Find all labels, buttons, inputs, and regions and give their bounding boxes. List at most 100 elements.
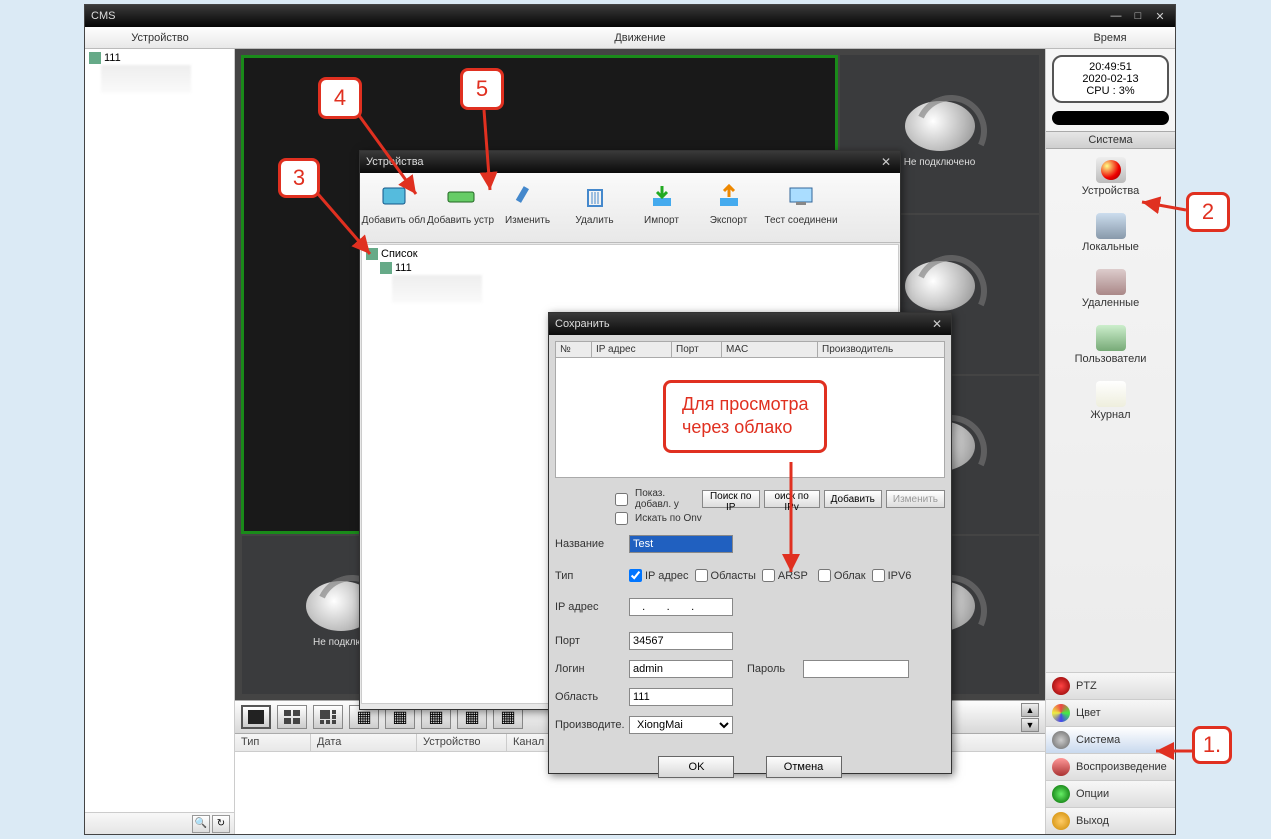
add-found-button[interactable]: Добавить <box>824 490 882 508</box>
system-icon <box>1052 731 1070 749</box>
toolbar-test-connection[interactable]: Тест соединени <box>762 179 840 242</box>
annotation-5: 5 <box>460 68 504 110</box>
device-tree[interactable]: 111 <box>85 49 234 812</box>
maximize-button[interactable]: □ <box>1129 9 1147 23</box>
type-ip-checkbox[interactable] <box>629 569 642 582</box>
layout-4[interactable] <box>277 705 307 729</box>
rightmenu-exit[interactable]: Выход <box>1046 807 1175 834</box>
ok-button[interactable]: OK <box>658 756 734 778</box>
col-ip[interactable]: IP адрес <box>592 342 672 357</box>
log-col-device[interactable]: Устройство <box>417 734 507 751</box>
label-port: Порт <box>555 635 629 647</box>
exit-icon <box>1052 812 1070 830</box>
select-vendor[interactable]: XiongMai <box>629 716 733 734</box>
search-ip-button[interactable]: Поиск по IP <box>702 490 760 508</box>
input-ip[interactable] <box>629 598 733 616</box>
menu-device[interactable]: Устройство <box>85 32 235 44</box>
tree-blurred-item <box>392 275 482 303</box>
menu-motion[interactable]: Движение <box>235 32 1045 44</box>
col-port[interactable]: Порт <box>672 342 722 357</box>
tree-blurred-item <box>101 65 191 93</box>
type-domain-checkbox[interactable] <box>695 569 708 582</box>
type-ipv6-checkbox[interactable] <box>872 569 885 582</box>
toolbar-delete[interactable]: Удалить <box>561 179 628 242</box>
arrow-1 <box>1152 744 1194 763</box>
col-n[interactable]: № <box>556 342 592 357</box>
page-up-button[interactable]: ▲ <box>1021 703 1039 717</box>
annotation-2: 2 <box>1186 192 1230 232</box>
system-item-devices[interactable]: Устройства <box>1046 149 1175 205</box>
input-port[interactable] <box>629 632 733 650</box>
search-button[interactable]: 🔍 <box>192 815 210 833</box>
trash-icon <box>578 181 612 211</box>
camera-icon <box>905 101 975 151</box>
cpu-bar <box>1052 111 1169 125</box>
arrow-cloud <box>783 460 803 585</box>
save-dialog-title: Сохранить <box>555 318 610 330</box>
show-added-label: Показ. добавл. у <box>635 488 698 510</box>
arrow-4 <box>356 112 426 207</box>
page-down-button[interactable]: ▼ <box>1021 718 1039 732</box>
clock-time: 20:49:51 <box>1054 61 1167 73</box>
save-dialog-close[interactable]: ✕ <box>929 317 945 331</box>
journal-icon <box>1096 381 1126 407</box>
remote-icon <box>1096 269 1126 295</box>
input-password[interactable] <box>803 660 909 678</box>
playback-icon <box>1052 758 1070 776</box>
type-arsp-checkbox[interactable] <box>762 569 775 582</box>
toolbar-export[interactable]: Экспорт <box>695 179 762 242</box>
tree-icon <box>380 262 392 274</box>
col-mac[interactable]: MAC <box>722 342 818 357</box>
toolbar-edit[interactable]: Изменить <box>494 179 561 242</box>
label-type: Тип <box>555 570 629 582</box>
toolbar-import[interactable]: Импорт <box>628 179 695 242</box>
window-title: CMS <box>91 10 115 22</box>
input-login[interactable] <box>629 660 733 678</box>
add-device-icon <box>444 181 478 211</box>
layout-6[interactable] <box>313 705 343 729</box>
input-name[interactable] <box>629 535 733 553</box>
log-col-date[interactable]: Дата <box>311 734 417 751</box>
menu-time[interactable]: Время <box>1045 32 1175 44</box>
devices-dialog-close[interactable]: ✕ <box>878 155 894 169</box>
label-login: Логин <box>555 663 629 675</box>
clock-panel: 20:49:51 2020-02-13 CPU : 3% <box>1052 55 1169 103</box>
col-vendor[interactable]: Производитель <box>818 342 944 357</box>
users-icon <box>1096 325 1126 351</box>
label-name: Название <box>555 538 629 550</box>
camera-icon <box>905 261 975 311</box>
options-icon <box>1052 785 1070 803</box>
rightmenu-color[interactable]: Цвет <box>1046 699 1175 726</box>
input-area[interactable] <box>629 688 733 706</box>
search-table-header: № IP адрес Порт MAC Производитель <box>555 341 945 358</box>
tree-root[interactable]: 111 <box>104 52 121 64</box>
rightmenu-ptz[interactable]: PTZ <box>1046 672 1175 699</box>
label-password: Пароль <box>747 663 803 675</box>
system-item-users[interactable]: Пользователи <box>1046 317 1175 373</box>
close-button[interactable]: ✕ <box>1151 9 1169 23</box>
show-added-checkbox[interactable] <box>615 493 628 506</box>
refresh-button[interactable]: ↻ <box>212 815 230 833</box>
monitor-icon <box>784 181 818 211</box>
type-cloud-checkbox[interactable] <box>818 569 831 582</box>
edit-icon <box>511 181 545 211</box>
minimize-button[interactable]: — <box>1107 9 1125 23</box>
layout-1[interactable] <box>241 705 271 729</box>
window-titlebar: CMS — □ ✕ <box>85 5 1175 27</box>
log-col-type[interactable]: Тип <box>235 734 311 751</box>
device-icon <box>89 52 101 64</box>
rightmenu-options[interactable]: Опции <box>1046 780 1175 807</box>
system-header: Система <box>1046 131 1175 149</box>
annotation-3: 3 <box>278 158 320 198</box>
label-ip: IP адрес <box>555 601 629 613</box>
local-icon <box>1096 213 1126 239</box>
system-item-journal[interactable]: Журнал <box>1046 373 1175 429</box>
cancel-button[interactable]: Отмена <box>766 756 842 778</box>
system-item-remote[interactable]: Удаленные <box>1046 261 1175 317</box>
annotation-cloud-text: Для просмотра через облако <box>663 380 827 453</box>
search-onvif-checkbox[interactable] <box>615 512 628 525</box>
color-icon <box>1052 704 1070 722</box>
edit-found-button[interactable]: Изменить <box>886 490 945 508</box>
annotation-4: 4 <box>318 77 362 119</box>
label-area: Область <box>555 691 629 703</box>
